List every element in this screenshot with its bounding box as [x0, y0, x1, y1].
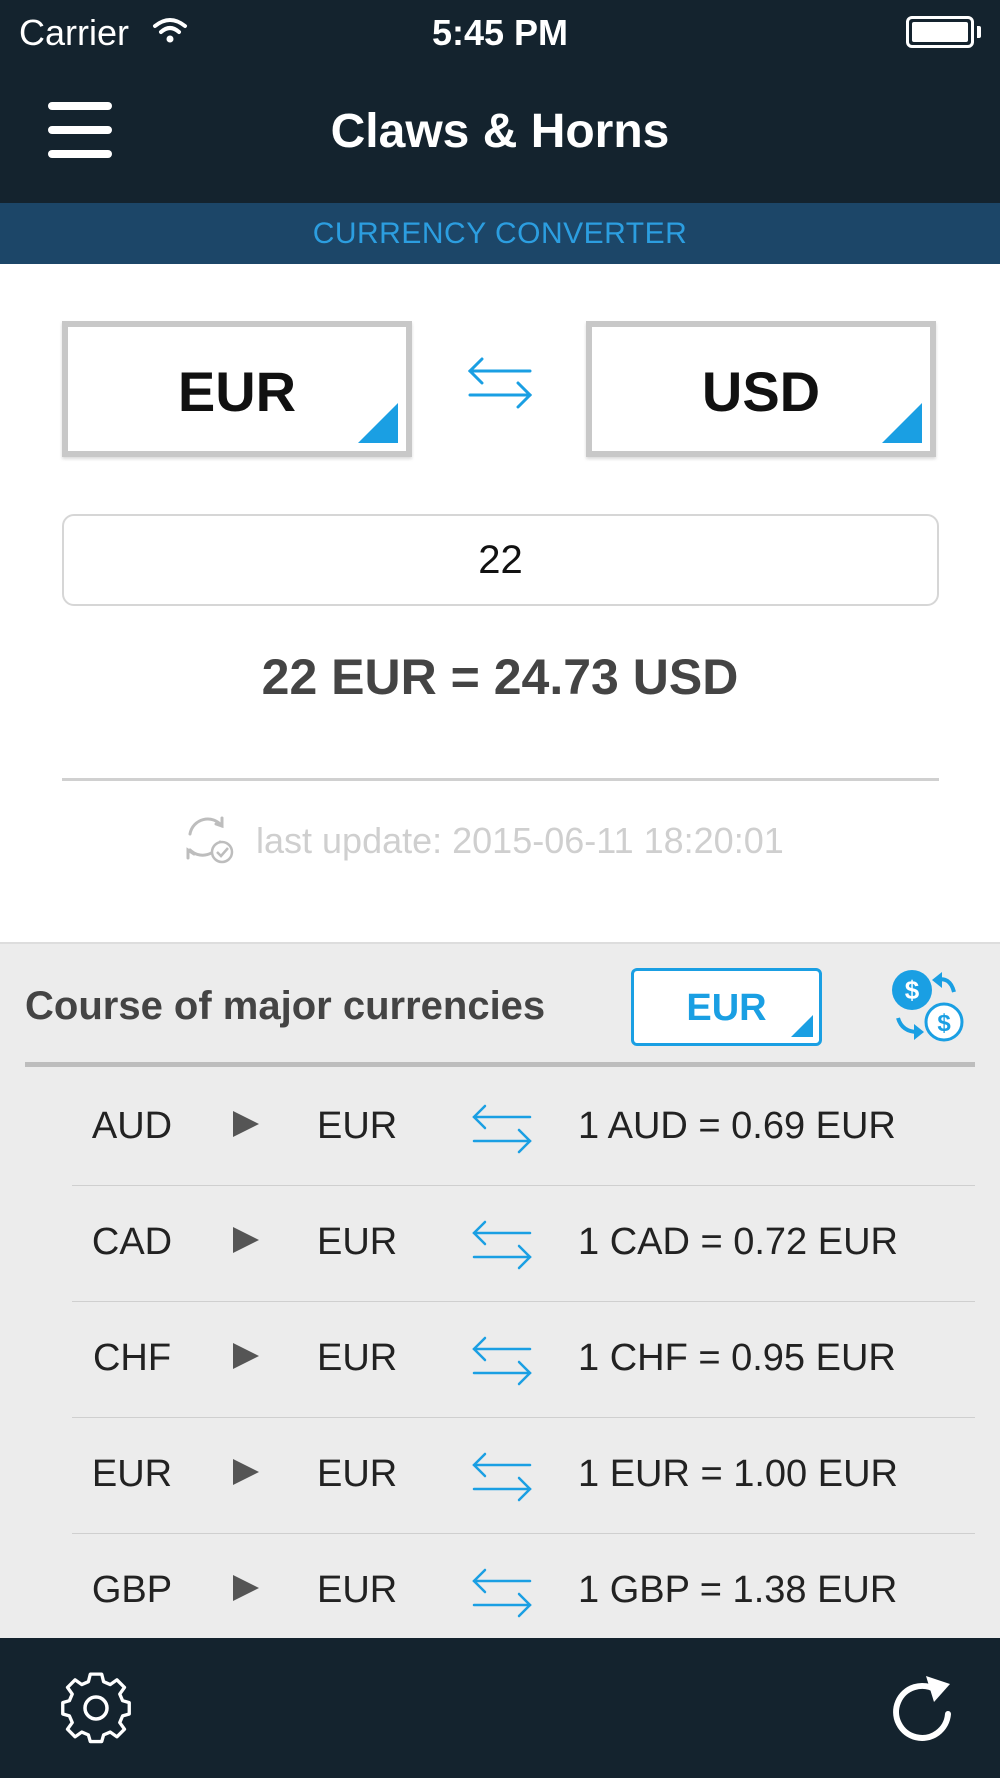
swap-icon[interactable] [470, 1103, 534, 1155]
app-header: Carrier 5:45 PM Claws & Horns [0, 0, 1000, 203]
from-currency-selector[interactable]: EUR [62, 321, 412, 457]
rate-from-currency: GBP [91, 1569, 173, 1611]
refresh-icon[interactable] [888, 1670, 958, 1746]
arrow-right-icon [233, 1227, 259, 1253]
section-title: CURRENCY CONVERTER [0, 203, 1000, 264]
rate-row[interactable]: AUD EUR 1 AUD = 0.69 EUR [72, 1070, 975, 1186]
conversion-result: 22 EUR = 24.73 USD [261, 649, 739, 705]
status-bar: Carrier 5:45 PM [0, 0, 1000, 68]
rate-value: 1 AUD = 0.69 EUR [578, 1105, 896, 1147]
last-update-label: last update: 2015-06-11 18:20:01 [256, 820, 784, 861]
rate-row[interactable]: EUR EUR 1 EUR = 1.00 EUR [72, 1418, 975, 1534]
swap-icon[interactable] [470, 1567, 534, 1619]
swap-icon[interactable] [470, 1451, 534, 1503]
base-currency-selector[interactable]: EUR [631, 968, 822, 1046]
rate-row[interactable]: GBP EUR 1 GBP = 1.38 EUR [72, 1534, 975, 1649]
swap-currencies-icon[interactable] [466, 355, 534, 411]
rate-row[interactable]: CHF EUR 1 CHF = 0.95 EUR [72, 1302, 975, 1418]
to-currency-selector[interactable]: USD [586, 321, 936, 457]
rates-panel: Course of major currencies EUR $ $ AUD E… [0, 942, 1000, 1640]
status-time: 5:45 PM [431, 12, 569, 53]
amount-input[interactable] [62, 514, 939, 606]
rate-value: 1 CHF = 0.95 EUR [578, 1337, 896, 1379]
rate-to-currency: EUR [317, 1221, 398, 1263]
rate-to-currency: EUR [317, 1105, 398, 1147]
dropdown-corner-icon [791, 1015, 813, 1037]
from-currency-code: EUR [177, 360, 297, 423]
rate-value: 1 EUR = 1.00 EUR [578, 1453, 898, 1495]
gear-icon[interactable] [58, 1670, 134, 1746]
rate-value: 1 GBP = 1.38 EUR [578, 1569, 898, 1611]
svg-text:$: $ [937, 1010, 951, 1037]
swap-icon[interactable] [470, 1335, 534, 1387]
battery-tip [977, 26, 981, 38]
rate-value: 1 CAD = 0.72 EUR [578, 1221, 898, 1263]
rates-divider [25, 1062, 975, 1067]
rate-to-currency: EUR [317, 1569, 398, 1611]
sync-check-icon [186, 816, 234, 864]
arrow-right-icon [233, 1575, 259, 1601]
arrow-right-icon [233, 1343, 259, 1369]
currency-exchange-icon[interactable]: $ $ [888, 966, 968, 1046]
arrow-right-icon [233, 1111, 259, 1137]
bottom-toolbar [0, 1638, 1000, 1778]
svg-text:$: $ [905, 975, 920, 1005]
dropdown-corner-icon [358, 403, 398, 443]
divider [62, 778, 939, 781]
arrow-right-icon [233, 1459, 259, 1485]
rate-from-currency: CHF [92, 1337, 172, 1379]
rate-to-currency: EUR [317, 1453, 398, 1495]
swap-icon[interactable] [470, 1219, 534, 1271]
to-currency-code: USD [701, 360, 821, 423]
battery-icon [906, 16, 974, 48]
rates-title: Course of major currencies [25, 984, 546, 1028]
rate-row[interactable]: CAD EUR 1 CAD = 0.72 EUR [72, 1186, 975, 1302]
rate-to-currency: EUR [317, 1337, 398, 1379]
rate-from-currency: AUD [91, 1105, 173, 1147]
rate-from-currency: CAD [91, 1221, 173, 1263]
rate-from-currency: EUR [91, 1453, 173, 1495]
app-title: Claws & Horns [330, 105, 670, 158]
dropdown-corner-icon [882, 403, 922, 443]
